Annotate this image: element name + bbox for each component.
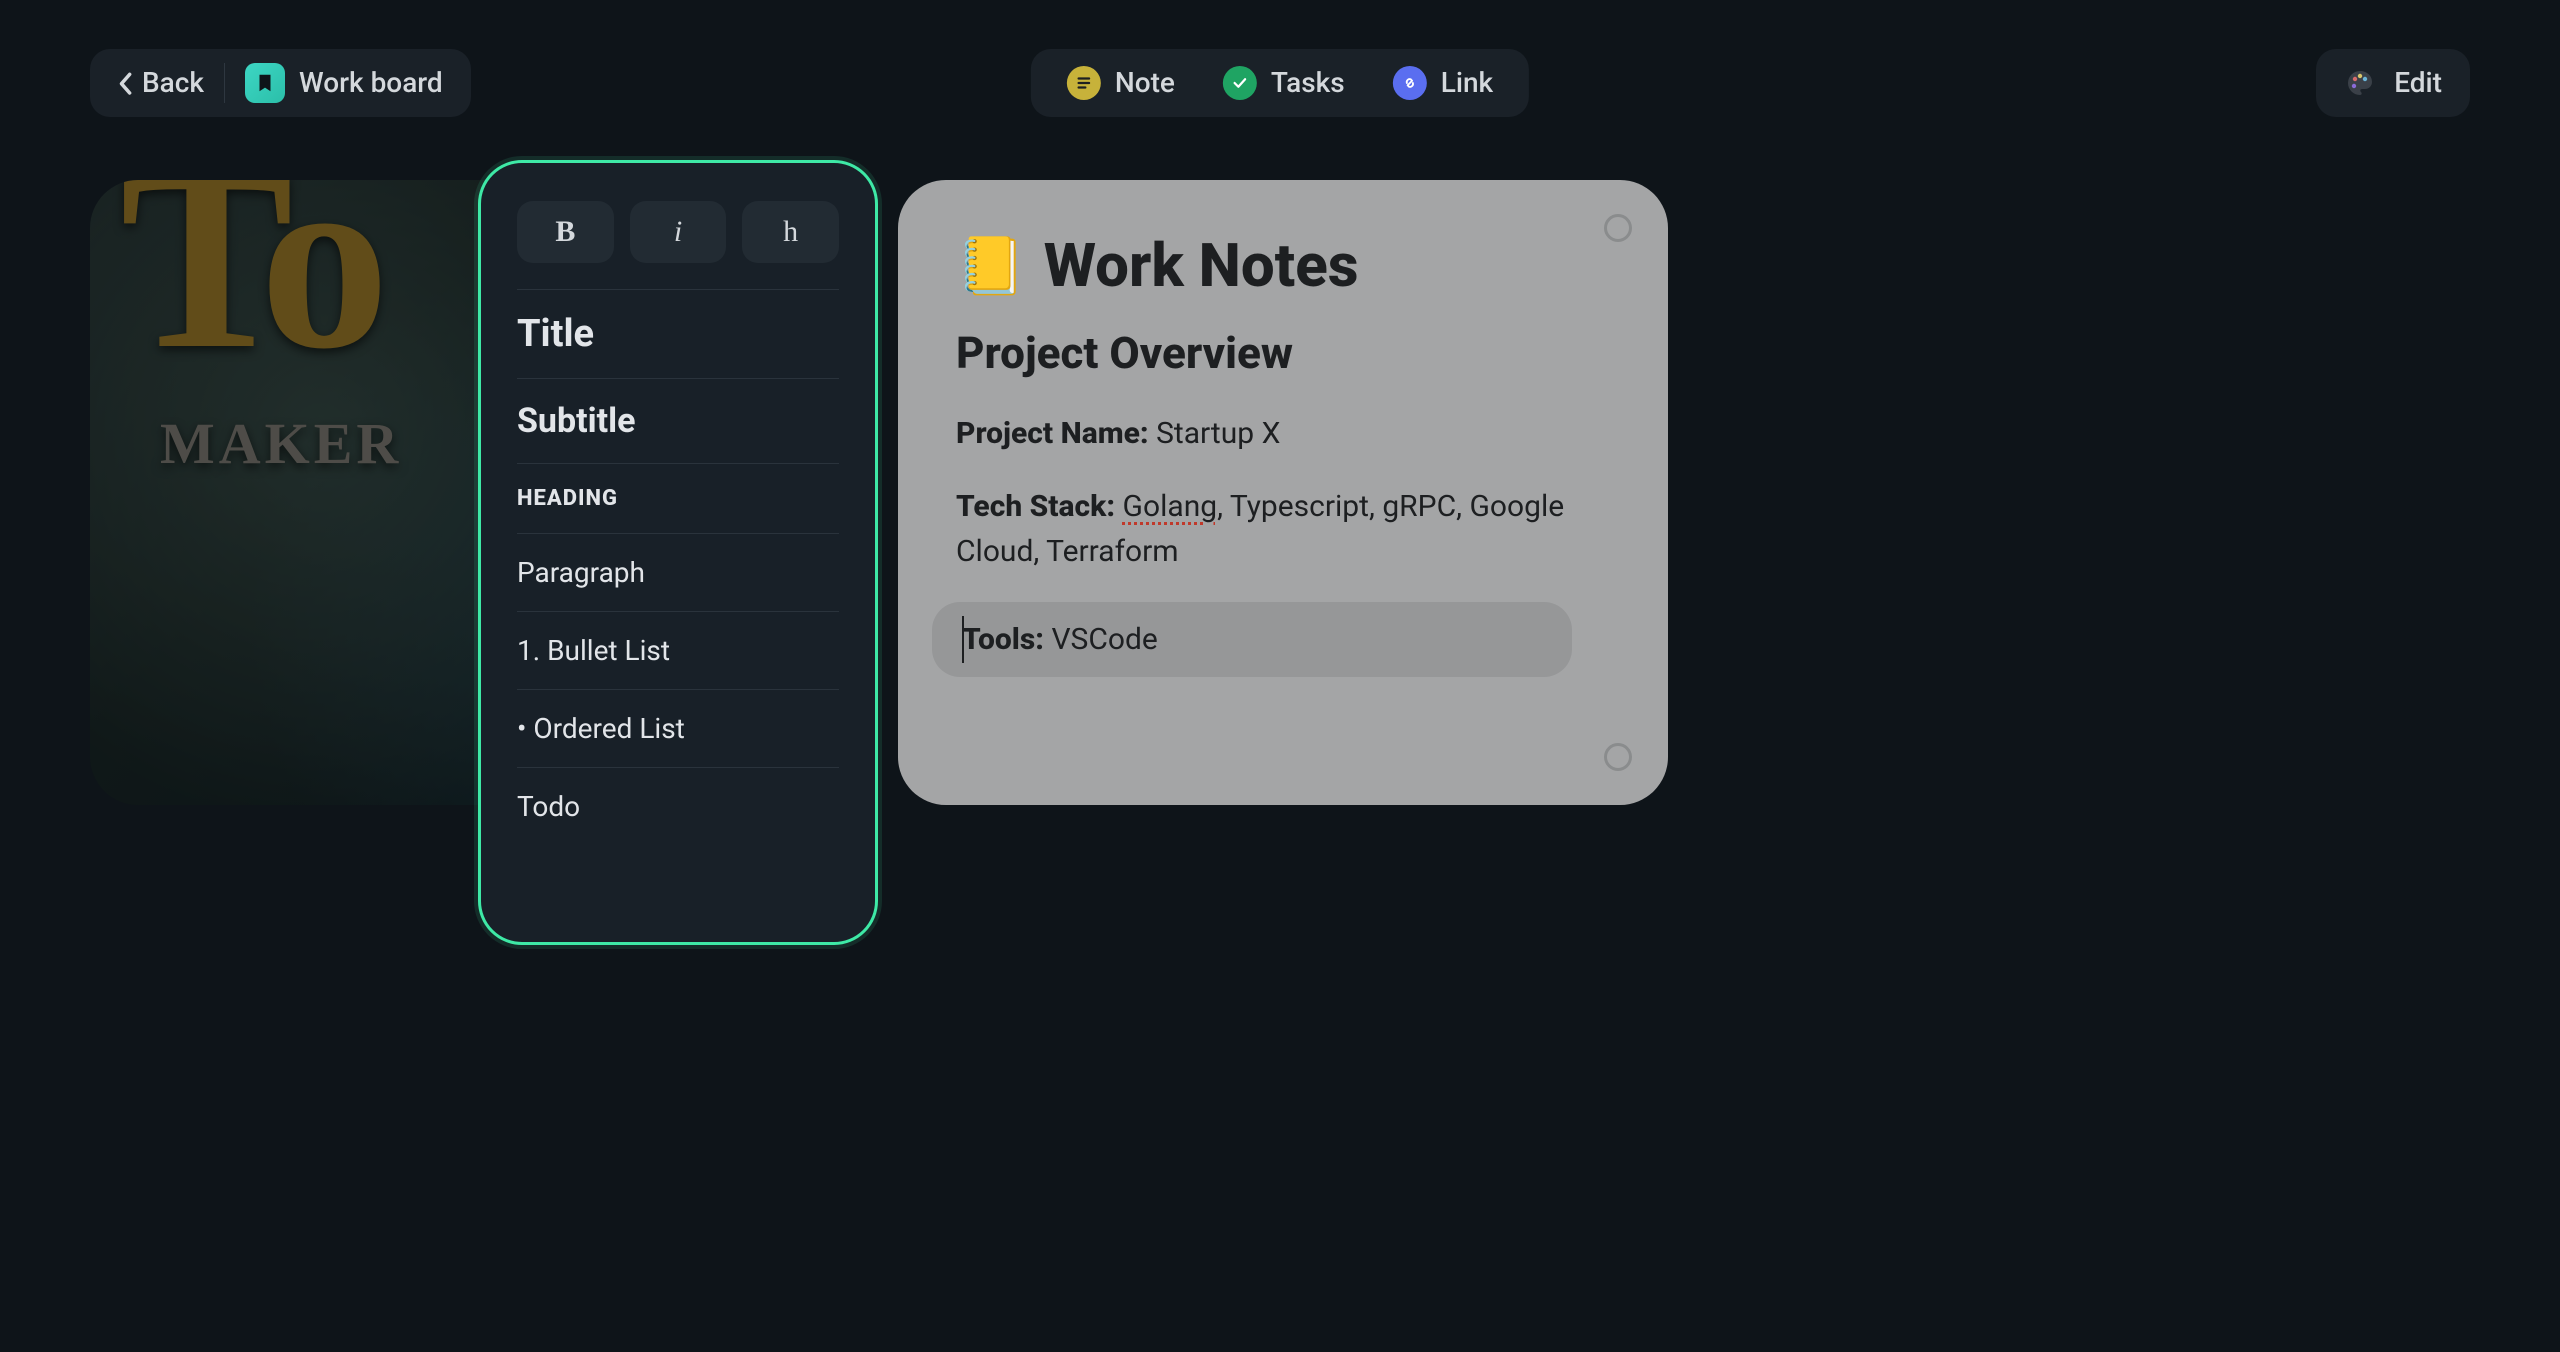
note-title-text: Work Notes xyxy=(1044,230,1359,301)
link-icon xyxy=(1393,66,1427,100)
divider xyxy=(224,63,225,103)
bookmark-icon xyxy=(245,63,285,103)
resize-handle-bottom[interactable] xyxy=(1604,743,1632,771)
text-caret xyxy=(962,616,964,663)
project-name-label: Project Name: xyxy=(956,416,1149,451)
style-paragraph[interactable]: Paragraph xyxy=(517,534,839,612)
top-toolbar: Back Work board Note Tasks xyxy=(0,40,2560,125)
tools-label: Tools: xyxy=(962,622,1044,657)
topbar-center-group: Note Tasks Link xyxy=(1031,49,1529,117)
new-link-button[interactable]: Link xyxy=(1381,60,1505,106)
note-line-tools-active[interactable]: Tools: VSCode xyxy=(932,602,1572,677)
tech-stack-spellword: Golang xyxy=(1123,489,1218,524)
note-line-project[interactable]: Project Name: Startup X xyxy=(956,411,1610,456)
style-heading[interactable]: HEADING xyxy=(517,464,839,534)
format-inline-row: B i h xyxy=(517,201,839,263)
app-root: Back Work board Note Tasks xyxy=(0,0,2560,1352)
new-tasks-button[interactable]: Tasks xyxy=(1211,60,1357,106)
style-title[interactable]: Title xyxy=(517,290,839,379)
image-overlay-text-small: MAKER xyxy=(160,410,402,477)
topbar-left-group: Back Work board xyxy=(90,49,471,117)
note-title-row[interactable]: 📒 Work Notes xyxy=(956,230,1610,301)
note-line-techstack[interactable]: Tech Stack: Golang, Typescript, gRPC, Go… xyxy=(956,484,1610,574)
format-popup: B i h Title Subtitle HEADING Paragraph 1… xyxy=(478,160,878,945)
board-canvas[interactable]: To MAKER B i h Title Subtitle HEADING Pa… xyxy=(0,160,2560,1352)
chevron-left-icon xyxy=(118,72,132,94)
back-button[interactable]: Back xyxy=(118,66,204,99)
note-icon xyxy=(1067,66,1101,100)
italic-button[interactable]: i xyxy=(630,201,727,263)
style-subtitle[interactable]: Subtitle xyxy=(517,379,839,464)
back-label: Back xyxy=(142,66,204,99)
tasks-label: Tasks xyxy=(1271,66,1345,99)
resize-handle-top[interactable] xyxy=(1604,214,1632,242)
style-ordered[interactable]: • Ordered List xyxy=(517,690,839,768)
palette-icon xyxy=(2344,67,2376,99)
style-bullet[interactable]: 1. Bullet List xyxy=(517,612,839,690)
note-card[interactable]: 📒 Work Notes Project Overview Project Na… xyxy=(898,180,1668,805)
tools-value: VSCode xyxy=(1044,622,1158,657)
notebook-icon: 📒 xyxy=(956,233,1026,299)
link-label: Link xyxy=(1441,66,1493,99)
bold-button[interactable]: B xyxy=(517,201,614,263)
edit-button[interactable]: Edit xyxy=(2316,49,2470,117)
check-icon xyxy=(1223,66,1257,100)
highlight-button[interactable]: h xyxy=(742,201,839,263)
style-todo[interactable]: Todo xyxy=(517,768,839,845)
board-label: Work board xyxy=(299,66,443,99)
board-chip[interactable]: Work board xyxy=(245,63,443,103)
new-note-button[interactable]: Note xyxy=(1055,60,1187,106)
edit-label: Edit xyxy=(2394,66,2442,99)
project-name-value: Startup X xyxy=(1149,416,1281,451)
note-label: Note xyxy=(1115,66,1175,99)
tech-stack-label: Tech Stack: xyxy=(956,489,1115,524)
note-subtitle[interactable]: Project Overview xyxy=(956,327,1610,379)
block-style-list: Title Subtitle HEADING Paragraph 1. Bull… xyxy=(517,289,839,845)
image-overlay-text-large: To xyxy=(120,180,380,409)
